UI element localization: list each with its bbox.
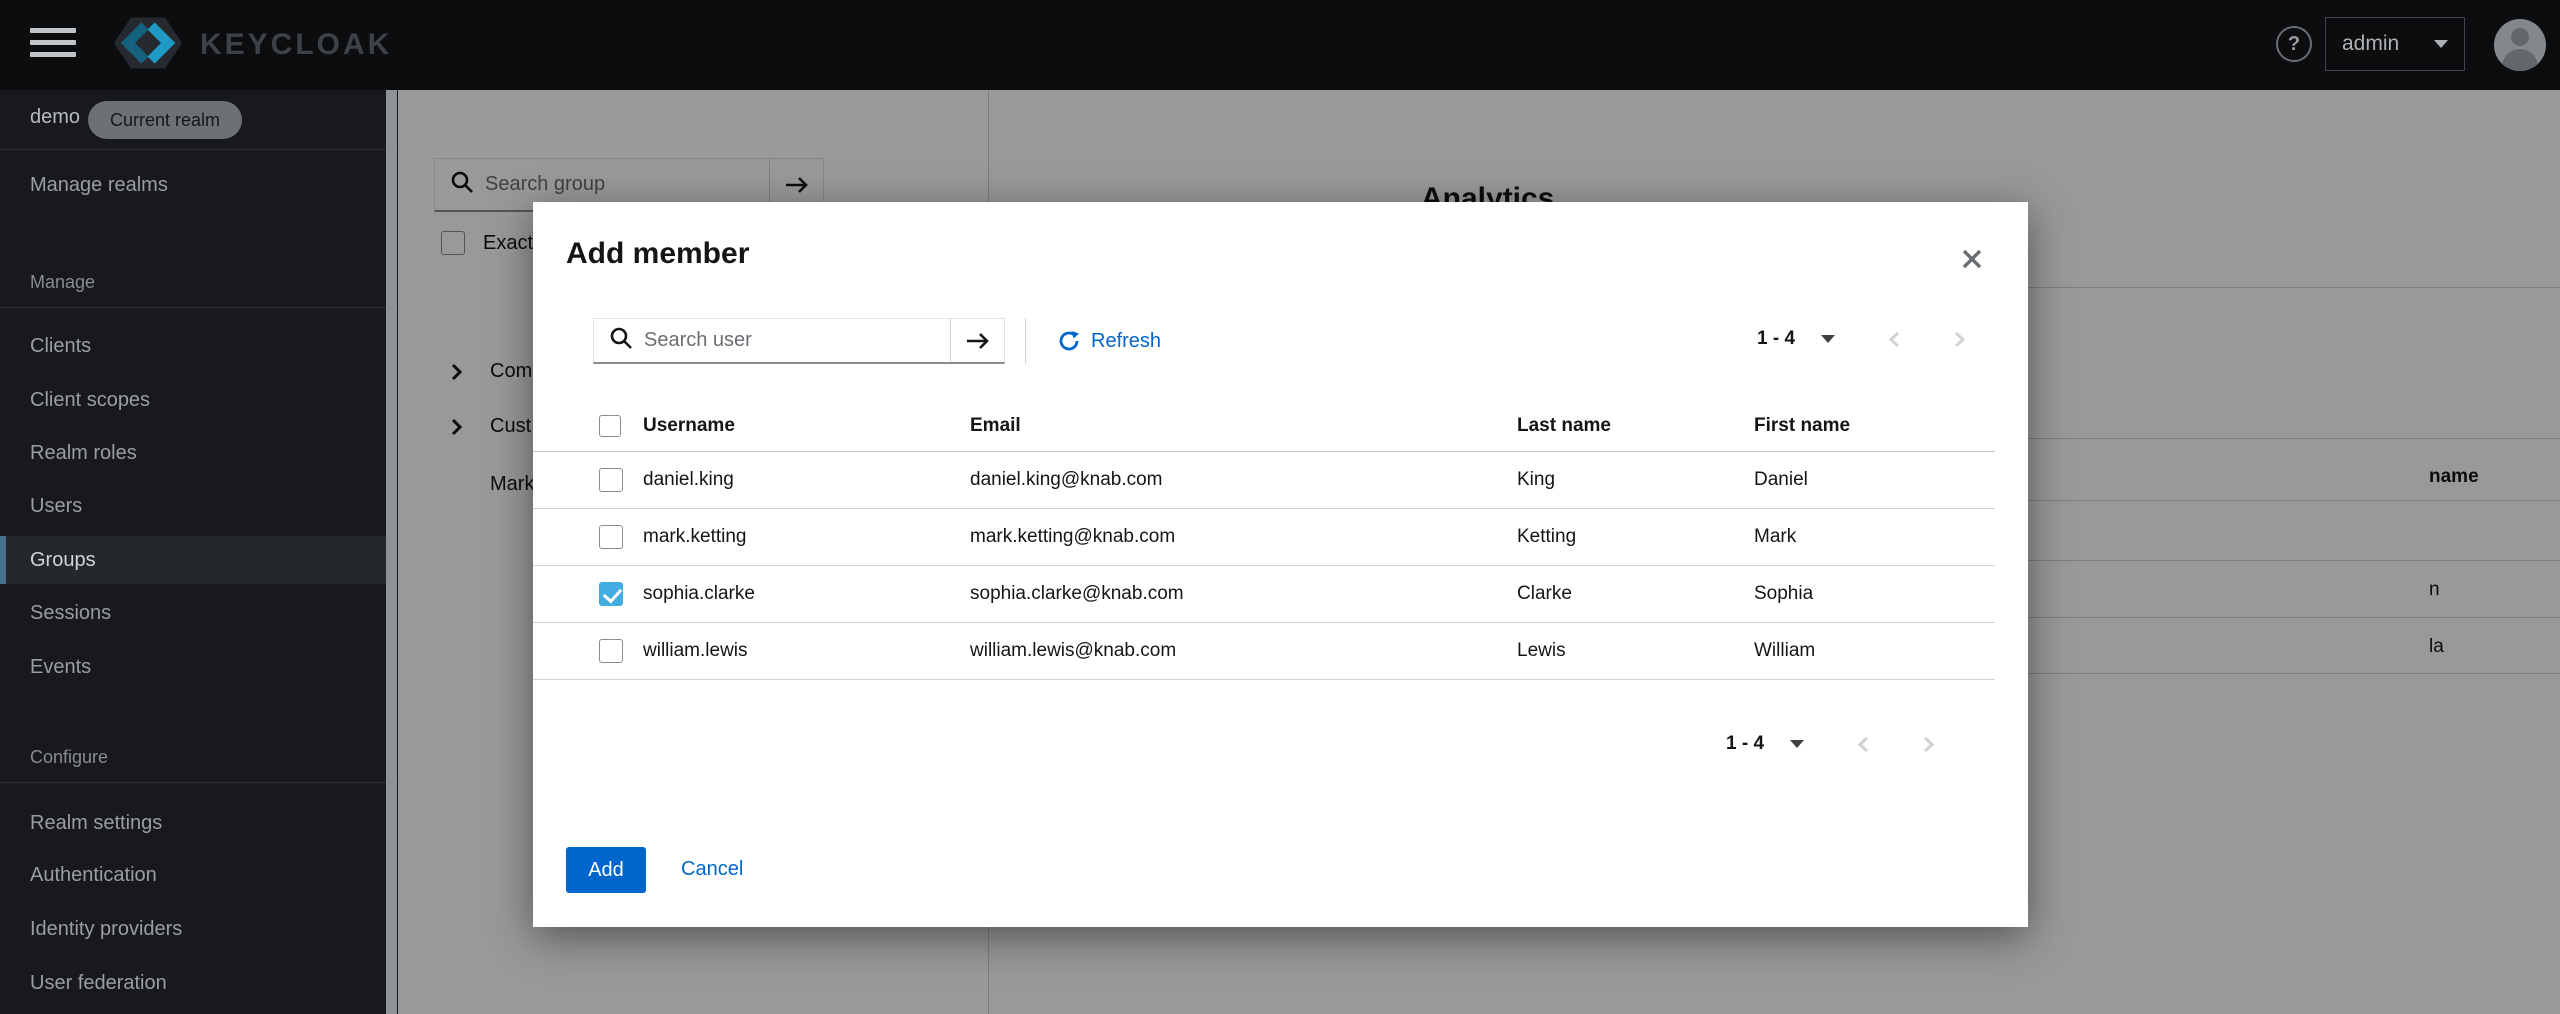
cell-username: mark.ketting bbox=[643, 526, 970, 548]
divider bbox=[1025, 318, 1026, 364]
cell-email: william.lewis@knab.com bbox=[970, 640, 1517, 662]
help-icon[interactable]: ? bbox=[2276, 26, 2312, 62]
row-checkbox[interactable] bbox=[599, 525, 623, 549]
sidebar-item-manage-realms[interactable]: Manage realms bbox=[30, 174, 168, 197]
pagination-range[interactable]: 1 - 4 bbox=[1757, 328, 1795, 350]
chevron-down-icon bbox=[2434, 40, 2448, 48]
sidebar-item-users[interactable]: Users bbox=[0, 482, 388, 530]
modal-pagination-top: 1 - 4 bbox=[1757, 328, 1967, 350]
table-row: william.lewis william.lewis@knab.com Lew… bbox=[533, 623, 1995, 680]
nav-section-configure: Configure bbox=[30, 747, 108, 768]
divider bbox=[0, 782, 398, 783]
cell-last-name: King bbox=[1517, 469, 1754, 491]
sidebar-item-events[interactable]: Events bbox=[0, 643, 388, 691]
cell-email: mark.ketting@knab.com bbox=[970, 526, 1517, 548]
pagination-prev-icon[interactable] bbox=[1856, 735, 1870, 754]
cell-username: sophia.clarke bbox=[643, 583, 970, 605]
modal-pagination-bottom: 1 - 4 bbox=[1726, 733, 1936, 755]
cell-last-name: Ketting bbox=[1517, 526, 1754, 548]
brand-text: KEYCLOAK bbox=[200, 28, 392, 62]
select-all-checkbox[interactable] bbox=[599, 415, 621, 437]
cell-last-name: Clarke bbox=[1517, 583, 1754, 605]
sidebar: demo Current realm Manage realms Manage … bbox=[0, 90, 398, 1014]
cell-first-name: William bbox=[1754, 640, 1995, 662]
table-row: mark.ketting mark.ketting@knab.com Ketti… bbox=[533, 509, 1995, 566]
search-submit-arrow-icon[interactable] bbox=[950, 319, 1004, 362]
user-table-header: Username Email Last name First name bbox=[533, 400, 1995, 452]
cell-username: william.lewis bbox=[643, 640, 970, 662]
cancel-button[interactable]: Cancel bbox=[681, 858, 743, 881]
sidebar-item-user-federation[interactable]: User federation bbox=[0, 959, 388, 1007]
sidebar-scrollbar[interactable] bbox=[386, 90, 397, 1014]
sidebar-item-sessions[interactable]: Sessions bbox=[0, 589, 388, 637]
refresh-button[interactable]: Refresh bbox=[1057, 318, 1161, 364]
nav-section-manage: Manage bbox=[30, 272, 95, 293]
pagination-next-icon[interactable] bbox=[1953, 330, 1967, 349]
current-realm-badge: Current realm bbox=[88, 101, 242, 139]
user-menu-dropdown[interactable]: admin bbox=[2325, 17, 2465, 71]
user-search bbox=[593, 318, 1005, 364]
sidebar-item-realm-roles[interactable]: Realm roles bbox=[0, 429, 388, 477]
cell-last-name: Lewis bbox=[1517, 640, 1754, 662]
search-icon bbox=[610, 327, 632, 354]
col-first-name: First name bbox=[1754, 415, 1995, 437]
user-table: Username Email Last name First name dani… bbox=[533, 400, 1995, 680]
close-icon[interactable] bbox=[1957, 244, 1987, 274]
sidebar-item-client-scopes[interactable]: Client scopes bbox=[0, 376, 388, 424]
keycloak-logo[interactable]: KEYCLOAK bbox=[100, 10, 392, 80]
col-last-name: Last name bbox=[1517, 415, 1754, 437]
realm-selector[interactable]: demo Current realm bbox=[0, 90, 398, 150]
sidebar-item-authentication[interactable]: Authentication bbox=[0, 851, 388, 899]
add-button[interactable]: Add bbox=[566, 847, 646, 893]
app-header: KEYCLOAK ? admin bbox=[0, 0, 2560, 90]
keycloak-admin-console: KEYCLOAK ? admin demo Current realm Mana… bbox=[0, 0, 2560, 1014]
table-row: sophia.clarke sophia.clarke@knab.com Cla… bbox=[533, 566, 1995, 623]
sidebar-item-identity-providers[interactable]: Identity providers bbox=[0, 905, 388, 953]
pagination-prev-icon[interactable] bbox=[1887, 330, 1901, 349]
avatar[interactable] bbox=[2494, 19, 2546, 71]
pagination-range[interactable]: 1 - 4 bbox=[1726, 733, 1764, 755]
row-checkbox[interactable] bbox=[599, 639, 623, 663]
pagination-next-icon[interactable] bbox=[1922, 735, 1936, 754]
col-username: Username bbox=[643, 415, 970, 437]
col-email: Email bbox=[970, 415, 1517, 437]
pagination-caret-icon[interactable] bbox=[1821, 335, 1835, 343]
table-row: daniel.king daniel.king@knab.com King Da… bbox=[533, 452, 1995, 509]
add-member-modal: Add member Refresh 1 - 4 bbox=[533, 202, 2028, 927]
keycloak-logo-icon bbox=[100, 8, 196, 83]
divider bbox=[0, 307, 398, 308]
cell-first-name: Daniel bbox=[1754, 469, 1995, 491]
row-checkbox[interactable] bbox=[599, 468, 623, 492]
user-search-input[interactable] bbox=[644, 329, 950, 352]
cell-first-name: Mark bbox=[1754, 526, 1995, 548]
refresh-icon bbox=[1057, 329, 1081, 353]
cell-email: sophia.clarke@knab.com bbox=[970, 583, 1517, 605]
user-menu-label: admin bbox=[2342, 32, 2399, 56]
pagination-caret-icon[interactable] bbox=[1790, 740, 1804, 748]
cell-username: daniel.king bbox=[643, 469, 970, 491]
sidebar-item-groups[interactable]: Groups bbox=[0, 536, 388, 584]
realm-name: demo bbox=[30, 106, 80, 129]
sidebar-item-realm-settings[interactable]: Realm settings bbox=[0, 799, 388, 847]
modal-title: Add member bbox=[566, 237, 749, 271]
row-checkbox-checked[interactable] bbox=[599, 582, 623, 606]
cell-first-name: Sophia bbox=[1754, 583, 1995, 605]
sidebar-item-clients[interactable]: Clients bbox=[0, 322, 388, 370]
cell-email: daniel.king@knab.com bbox=[970, 469, 1517, 491]
hamburger-menu-icon[interactable] bbox=[30, 28, 76, 62]
